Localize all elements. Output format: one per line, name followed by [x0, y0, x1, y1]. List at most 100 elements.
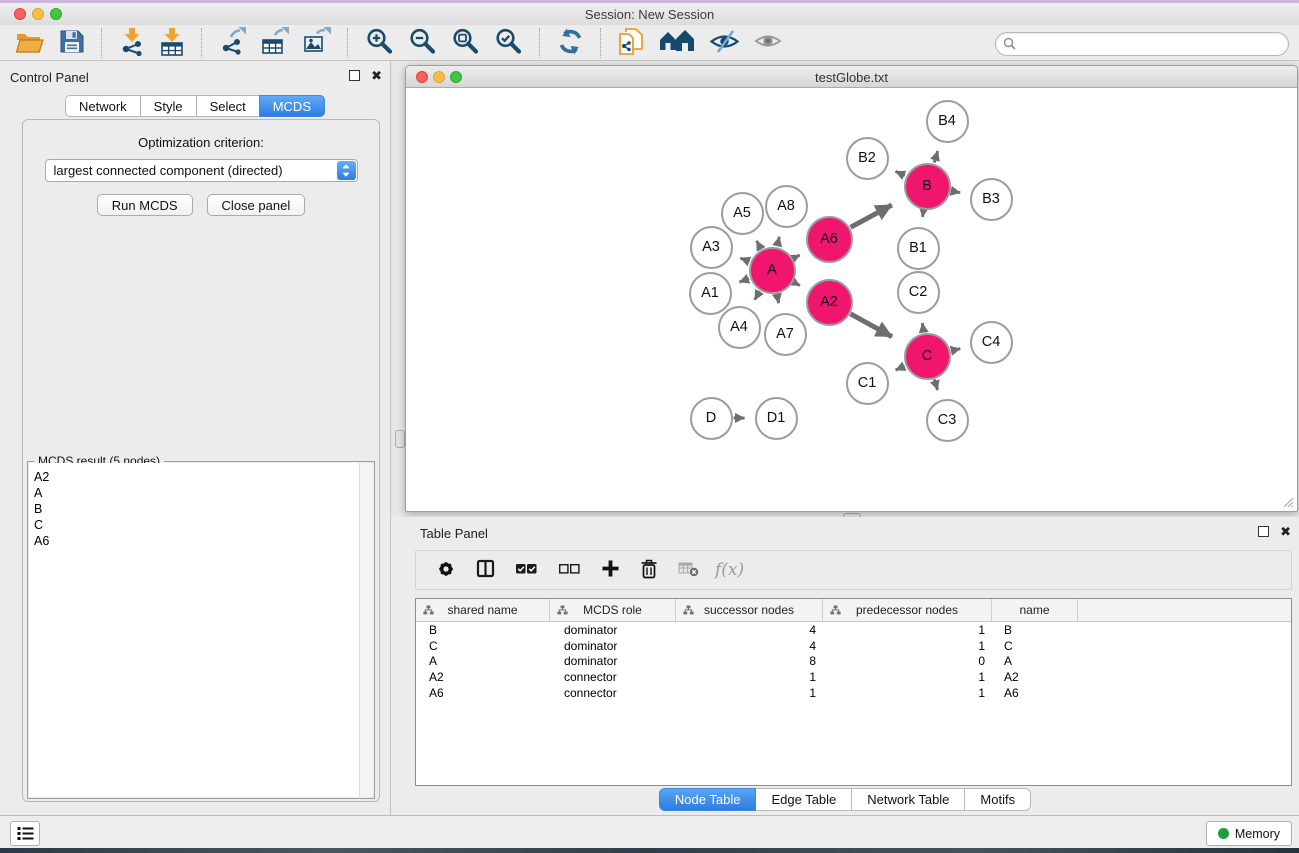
open-session-button[interactable]	[8, 27, 51, 59]
table-row[interactable]: Adominator80A	[416, 654, 1291, 670]
tab-edge-table[interactable]: Edge Table	[755, 788, 852, 811]
node-C1[interactable]: C1	[846, 362, 889, 405]
table-row[interactable]: A6connector11A6	[416, 685, 1291, 701]
memory-button[interactable]: Memory	[1206, 821, 1292, 846]
search-input[interactable]	[1020, 34, 1282, 54]
delete-column-button[interactable]	[630, 559, 668, 582]
select-all-icon	[515, 560, 538, 580]
column-header-label: MCDS role	[583, 603, 642, 617]
zoom-out-button[interactable]	[401, 26, 444, 60]
function-builder-button[interactable]: f(x)	[709, 560, 750, 580]
close-panel-icon[interactable]: ✖	[371, 70, 382, 81]
refresh-view-button[interactable]	[550, 27, 591, 59]
table-cell: B	[416, 623, 550, 637]
node-A7[interactable]: A7	[764, 313, 807, 356]
node-A6[interactable]: A6	[806, 216, 853, 263]
table-settings-button[interactable]	[426, 559, 466, 582]
node-A5[interactable]: A5	[721, 192, 764, 235]
export-image-button[interactable]	[296, 26, 338, 59]
hierarchy-icon	[557, 604, 568, 618]
hide-graphics-details-button[interactable]	[702, 28, 747, 58]
import-table-button[interactable]	[152, 26, 192, 60]
node-table: shared name MCDS role successor nodesprede…	[415, 598, 1292, 786]
close-table-panel-icon[interactable]: ✖	[1280, 526, 1291, 537]
deselect-all-button[interactable]	[548, 560, 591, 580]
table-cell: connector	[550, 686, 676, 700]
mcds-result-item[interactable]: B	[29, 501, 373, 517]
table-row[interactable]: A2connector11A2	[416, 669, 1291, 685]
node-D1[interactable]: D1	[755, 397, 798, 440]
close-panel-button[interactable]: Close panel	[207, 194, 306, 216]
node-B[interactable]: B	[904, 163, 951, 210]
mcds-result-item[interactable]: A	[29, 485, 373, 501]
export-table-button[interactable]	[254, 26, 296, 59]
column-header-MCDS-role[interactable]: MCDS role	[550, 599, 676, 621]
show-graphics-details-button[interactable]	[747, 29, 789, 56]
node-B3[interactable]: B3	[970, 178, 1013, 221]
node-D[interactable]: D	[690, 397, 733, 440]
run-mcds-button[interactable]: Run MCDS	[97, 194, 193, 216]
float-table-panel-icon[interactable]	[1258, 526, 1269, 537]
tab-network-table[interactable]: Network Table	[851, 788, 965, 811]
create-column-icon	[601, 559, 620, 581]
split-panel-button[interactable]	[466, 559, 505, 581]
delete-table-button[interactable]	[668, 560, 709, 580]
column-header-name[interactable]: name	[992, 599, 1078, 621]
tab-node-table[interactable]: Node Table	[659, 788, 757, 811]
node-A4[interactable]: A4	[718, 306, 761, 349]
network-overview-button[interactable]	[652, 27, 702, 58]
tab-style[interactable]: Style	[140, 95, 197, 117]
import-network-icon	[119, 27, 145, 59]
mcds-result-item[interactable]: A6	[29, 533, 373, 549]
window-resize-grip[interactable]	[1280, 494, 1294, 508]
optimization-criterion-select[interactable]: largest connected component (directed)	[45, 159, 358, 182]
node-A3[interactable]: A3	[690, 226, 733, 269]
node-A2[interactable]: A2	[806, 279, 853, 326]
mcds-result-item[interactable]: A2	[29, 469, 373, 485]
float-panel-icon[interactable]	[349, 70, 360, 81]
node-B1[interactable]: B1	[897, 227, 940, 270]
app-titlebar[interactable]: Session: New Session	[0, 3, 1299, 26]
search-field[interactable]	[995, 32, 1289, 56]
save-session-button[interactable]	[51, 27, 92, 59]
node-A1[interactable]: A1	[689, 272, 732, 315]
select-all-button[interactable]	[505, 560, 548, 580]
node-C2[interactable]: C2	[897, 271, 940, 314]
list-icon	[17, 826, 34, 841]
node-C3[interactable]: C3	[926, 399, 969, 442]
tab-motifs[interactable]: Motifs	[964, 788, 1031, 811]
clone-network-button[interactable]	[611, 26, 652, 60]
zoom-selected-button[interactable]	[487, 26, 530, 60]
node-B4[interactable]: B4	[926, 100, 969, 143]
tab-select[interactable]: Select	[196, 95, 260, 117]
table-tabs: Node TableEdge TableNetwork TableMotifs	[391, 788, 1299, 811]
tab-mcds[interactable]: MCDS	[259, 95, 325, 117]
network-canvas[interactable]: B4 B2 B B3 A8A5 A6 A3 B1 A C2 A1 A2 A4A7 C4 C C1 C3 D D1	[407, 88, 1296, 510]
result-scrollbar[interactable]	[359, 463, 373, 797]
mcds-buttons: Run MCDS Close panel	[23, 194, 379, 216]
table-cell: 4	[676, 639, 823, 653]
node-A8[interactable]: A8	[765, 185, 808, 228]
table-row[interactable]: Bdominator41B	[416, 622, 1291, 638]
zoom-fit-button[interactable]	[444, 26, 487, 60]
tab-network[interactable]: Network	[65, 95, 141, 117]
task-history-button[interactable]	[10, 821, 40, 846]
column-header-shared-name[interactable]: shared name	[416, 599, 550, 621]
toolbar-separator	[347, 28, 349, 58]
column-header-successor-nodes[interactable]: successor nodes	[676, 599, 823, 621]
node-A[interactable]: A	[749, 247, 796, 294]
node-C4[interactable]: C4	[970, 321, 1013, 364]
mcds-result-list[interactable]: A2ABCA6	[29, 463, 373, 797]
export-network-button[interactable]	[212, 26, 254, 59]
control-panel-title: Control Panel	[10, 70, 89, 85]
column-header-predecessor-nodes[interactable]: predecessor nodes	[823, 599, 992, 621]
zoom-in-button[interactable]	[358, 26, 401, 60]
table-row[interactable]: Cdominator41C	[416, 638, 1291, 654]
create-column-button[interactable]	[591, 559, 630, 581]
network-window-titlebar[interactable]: testGlobe.txt	[406, 66, 1297, 88]
node-C[interactable]: C	[904, 333, 951, 380]
mcds-result-item[interactable]: C	[29, 517, 373, 533]
node-B2[interactable]: B2	[846, 137, 889, 180]
import-network-button[interactable]	[112, 26, 152, 60]
vertical-splitter-grip[interactable]	[395, 430, 405, 448]
